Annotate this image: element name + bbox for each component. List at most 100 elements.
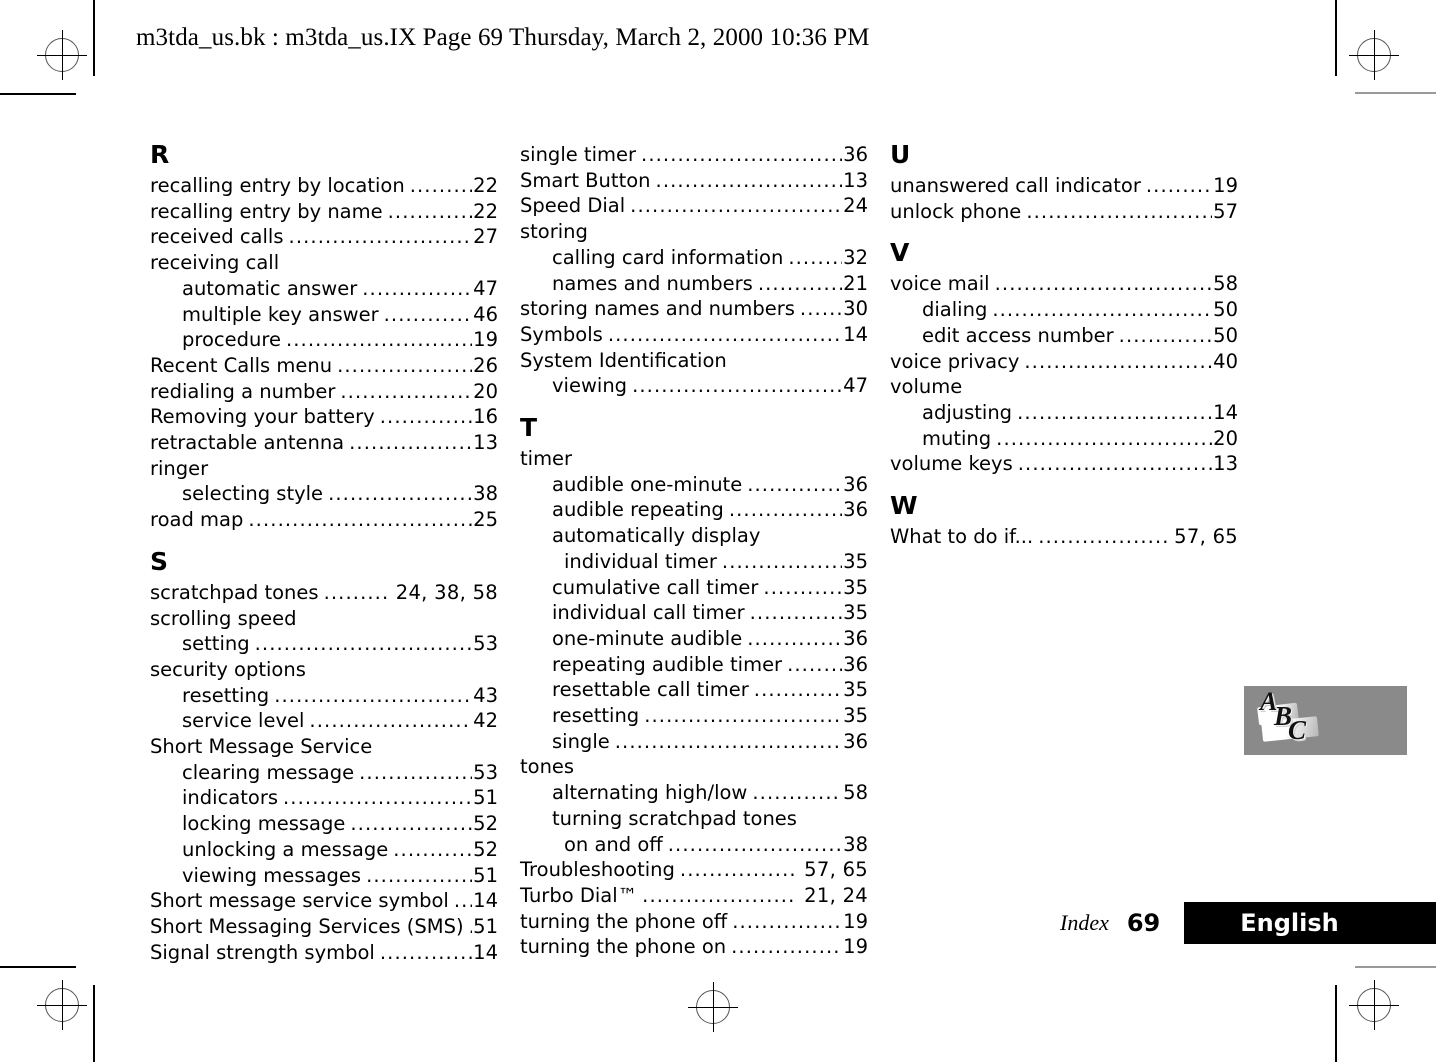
abc-logo-icon: A B C	[1257, 687, 1328, 751]
index-entry-leader	[274, 683, 472, 709]
index-entry-page-number: 19	[843, 935, 868, 959]
index-entry-leader	[337, 353, 472, 379]
index-entry-label: voice mail	[890, 272, 990, 296]
index-entry-label: automatic answer	[182, 276, 358, 300]
index-entry-leader	[608, 322, 842, 348]
index-entry-label: ringer	[150, 456, 209, 480]
index-entry-label: voice privacy	[890, 349, 1020, 373]
index-entry: volume keys 13	[890, 451, 1238, 477]
index-entry-page-number: 51	[473, 786, 498, 810]
index-section-letter: S	[150, 546, 169, 576]
index-entry-page-number: 20	[473, 379, 498, 403]
index-entry-page-number: 47	[473, 276, 498, 300]
index-entry-label: resettable call timer	[552, 678, 749, 702]
index-entry: System Identification	[520, 348, 868, 374]
index-entry-page-number: 26	[473, 353, 498, 377]
index-entry-page-number: 35	[843, 575, 868, 599]
index-entry: on and off 38	[520, 832, 868, 858]
index-entry: Removing your battery 16	[150, 404, 498, 430]
index-entry-label: Short Messaging Services (SMS)	[150, 914, 464, 938]
index-section-letter: V	[890, 238, 910, 268]
index-entry-leader	[722, 549, 842, 575]
index-entry-label: scratchpad tones	[150, 580, 319, 604]
index-entry: storing	[520, 219, 868, 245]
index-entry-page-number: 57, 65	[1174, 525, 1238, 549]
index-entry-leader	[1119, 323, 1213, 349]
index-entry: alternating high/low 58	[520, 780, 868, 806]
index-entry-leader	[362, 276, 472, 302]
index-entry: Signal strength symbol 14	[150, 940, 498, 966]
index-entry: resetting 35	[520, 703, 868, 729]
index-entry: unlocking a message 52	[150, 837, 498, 863]
index-entry: recalling entry by name 22	[150, 199, 498, 225]
index-column: Rrecalling entry by location22recalling …	[150, 142, 498, 965]
index-entry-leader	[248, 507, 472, 533]
index-entry-leader	[410, 173, 472, 199]
index-entry: procedure 19	[150, 327, 498, 353]
logo-letter-c: C	[1288, 715, 1307, 745]
index-entry-label: Smart Button	[520, 168, 651, 192]
index-entry-label: security options	[150, 657, 306, 681]
index-entry-leader	[469, 914, 473, 940]
index-entry-label: recalling entry by name	[150, 199, 383, 223]
index-entry-label: turning scratchpad tones	[552, 806, 797, 830]
index-entry-page-number: 36	[843, 626, 868, 650]
index-entry-page-number: 36	[843, 472, 868, 496]
index-entry-page-number: 42	[473, 709, 498, 733]
index-entry-leader	[656, 168, 843, 194]
index-entry-label: receiving call	[150, 251, 280, 275]
index-entry: repeating audible timer 36	[520, 652, 868, 678]
index-entry-leader	[324, 580, 389, 606]
index-entry-page-number: 13	[473, 431, 498, 455]
index-entry-page-number: 35	[843, 704, 868, 728]
registration-mark-bottom-right	[1349, 980, 1399, 1030]
index-entry: road map 25	[150, 507, 498, 533]
index-entry-page-number: 58	[843, 781, 868, 805]
index-entry-page-number: 47	[843, 374, 868, 398]
index-entry-label: What to do if...	[890, 525, 1034, 549]
index-entry-page-number: 38	[473, 482, 498, 506]
index-entry-leader	[393, 837, 472, 863]
index-entry: audible one-minute 36	[520, 472, 868, 498]
index-entry-leader	[632, 373, 842, 399]
index-entry-page-number: 40	[1213, 349, 1238, 373]
index-entry: recalling entry by location 22	[150, 173, 498, 199]
index-entry-page-number: 19	[1213, 174, 1238, 197]
index-entry: volume	[890, 374, 1238, 400]
index-entry-page-number: 21, 24	[804, 883, 868, 907]
index-entry-label: cumulative call timer	[552, 575, 759, 599]
index-entry: automatic answer 47	[150, 276, 498, 302]
index-entry-leader	[752, 780, 842, 806]
index-entry-label: recalling entry by location	[150, 174, 405, 197]
index-entry-leader	[800, 296, 842, 322]
index-entry-leader	[350, 811, 472, 837]
index-entry: storing names and numbers 30	[520, 296, 868, 322]
index-entry-page-number: 19	[473, 328, 498, 352]
footer-page-number: 69	[1126, 909, 1161, 937]
index-entry-label: muting	[922, 426, 992, 450]
index-entry-label: received calls	[150, 225, 284, 249]
index-entry-label: Removing your battery	[150, 405, 375, 429]
index-entry-leader	[283, 785, 472, 811]
index-entry-leader	[1018, 451, 1212, 477]
index-entry: viewing messages 51	[150, 863, 498, 889]
index-entry: unanswered call indicator 19	[890, 173, 1238, 199]
index-entry-label: scrolling speed	[150, 606, 297, 630]
index-entry-label: storing names and numbers	[520, 297, 795, 321]
index-entry-label: storing	[520, 220, 588, 244]
index-entry: Short message service symbol 14	[150, 888, 498, 914]
index-entry: turning scratchpad tones	[520, 806, 868, 832]
index-entry-leader	[630, 193, 842, 219]
index-entry-label: Symbols	[520, 322, 603, 346]
index-entry-page-number: 14	[843, 322, 868, 346]
registration-mark-bottom-center	[688, 982, 738, 1032]
index-entry-label: resetting	[182, 683, 270, 707]
index-entry-page-number: 16	[473, 405, 498, 429]
index-entry-label: audible one-minute	[552, 472, 743, 496]
crop-line-top-left-horizontal	[0, 93, 76, 95]
registration-mark-bottom-left	[37, 980, 87, 1030]
index-entry: individual call timer 35	[520, 600, 868, 626]
index-entry-page-number: 57, 65	[804, 858, 868, 882]
crop-line-bottom-left-vertical	[93, 985, 95, 1062]
index-entry: retractable antenna 13	[150, 430, 498, 456]
